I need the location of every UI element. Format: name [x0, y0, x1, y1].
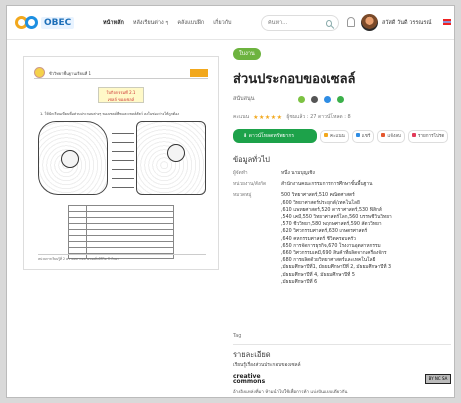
site-header: OBEC หน้าหลัก หลังเรียนต่าง ๆ คลังแบบฝึก… [7, 6, 454, 40]
nav-exercises[interactable]: คลังแบบฝึก [177, 19, 204, 27]
rating-stars: ★★★★★ [253, 113, 283, 121]
category-item: ,มัธยมศึกษาปีที่ 4, มัธยมศึกษาปีที่ 5 [281, 272, 355, 278]
avatar[interactable] [361, 14, 378, 31]
category-item: 500 วิทยาศาสตร์,510 คณิตศาสตร์ [281, 193, 355, 199]
android-icon [298, 95, 306, 103]
nucleus-shape [167, 144, 185, 162]
resource-type-tag[interactable]: ใบงาน [233, 48, 261, 60]
nucleus-shape [61, 150, 79, 168]
cell-diagram [38, 119, 208, 199]
bell-icon[interactable] [347, 17, 355, 27]
divider [233, 344, 451, 345]
license-row: creative commons BY NC SA [233, 372, 451, 386]
report-button-label: แจ้งลบ [387, 133, 401, 139]
category-key: หมวดหมู่ [233, 193, 252, 199]
document-preview[interactable]: ชีววิทยาพื้นฐานเรียนที่ 1 ใบกิจกรรมที่ 2… [23, 56, 219, 270]
license-text: อ้างอิงแหล่งที่มา ห้ามนำไปใช้เพื่อการค้า… [233, 390, 348, 395]
support-label: สนับสนุน [233, 96, 255, 102]
category-item: ,650 การจัดการธุรกิจ,670 โรงงานอุตสาหกรร… [281, 243, 381, 249]
search-box [261, 15, 339, 31]
category-row: หมวดหมู่ 500 วิทยาศาสตร์,510 คณิตศาสตร์ … [233, 192, 451, 286]
share-button[interactable]: แชร์ [351, 129, 375, 143]
category-item: ,680 การผลิตด้วยวิทยาศาสตร์และเทคโนโลยี [281, 258, 376, 264]
worksheet-title-line2: เซลล์ ของเซลล์ [107, 97, 135, 102]
answer-table [68, 205, 174, 259]
heart-icon [411, 133, 416, 137]
doc-badge [190, 69, 208, 77]
flag-icon [381, 133, 386, 137]
worksheet-title-box: ใบกิจกรรมที่ 2.1 เซลล์ ของเซลล์ [98, 87, 144, 103]
browser-page: OBEC หน้าหลัก หลังเรียนต่าง ๆ คลังแบบฝึก… [6, 5, 455, 398]
star-icon [324, 133, 328, 137]
detail-heading: รายละเอียด [233, 350, 271, 359]
category-item: ,640 คหกรรมศาสตร์ ชีวิตครอบครัว [281, 236, 356, 242]
category-item: ,540 เคมี,550 วิทยาศาสตร์โลก,560 บรรพชีว… [281, 215, 392, 221]
logo-circle-blue [25, 16, 38, 29]
agency-key: หน่วยงาน/สังกัด [233, 182, 267, 188]
user-name[interactable]: สวัสดี วันดี วรรณรณ์ [382, 19, 431, 27]
report-button[interactable]: แจ้งลบ [377, 129, 405, 143]
apple-icon [311, 95, 319, 103]
category-item: ,660 วิศวกรรมเคมี,690 สินค้าที่ผลิตจากเค… [281, 251, 387, 257]
action-buttons: ⬇ ดาวน์โหลดทรัพยากร คะแนน แชร์ แจ้งลบ รา… [233, 129, 451, 143]
site-logo[interactable]: OBEC [15, 16, 103, 29]
favorite-button-label: รายการโปรด [417, 133, 445, 139]
cc-logo-line2: commons [233, 378, 266, 385]
download-button-label: ดาวน์โหลดทรัพยากร [248, 133, 295, 139]
creator-key: ผู้จัดทำ [233, 171, 248, 176]
platform-icons [298, 95, 345, 103]
label-lines [112, 127, 134, 190]
plant-cell-drawing [38, 121, 108, 195]
category-item: ,570 ชีววิทยา,580 พฤกษศาสตร์,590 สัตววิท… [281, 222, 382, 228]
category-item: ,600 วิทยาศาสตร์ประยุกต์/เทคโนโลยี [281, 200, 360, 206]
agency-value: สำนักงานคณะกรรมการการศึกษาขั้นพื้นฐาน [281, 182, 373, 188]
nav-courses[interactable]: หลังเรียนต่าง ๆ [133, 19, 169, 27]
share-icon [355, 133, 360, 137]
download-button[interactable]: ⬇ ดาวน์โหลดทรัพยากร [233, 129, 317, 143]
score-button-label: คะแนน [330, 133, 345, 139]
animal-cell-drawing [136, 121, 206, 195]
category-item: ,มัธยมศึกษาปีที่ 6 [281, 279, 318, 285]
category-item: ,610 แพทยศาสตร์,520 ดาราศาสตร์,530 ฟิสิก… [281, 207, 382, 213]
creator-row: ผู้จัดทำ หนึ่ง นามบุญเชิง [233, 170, 451, 177]
worksheet-instruction: 1. ให้นักเรียนเขียนชื่อส่วนประกอบต่างๆ ข… [40, 112, 179, 116]
detail-text: เรียนรู้เรื่องส่วนประกอบของเซลล์ [233, 363, 301, 368]
score-button[interactable]: คะแนน [320, 129, 349, 143]
tag-label: Tag [233, 333, 242, 339]
doc-footer: หน่วยการเรียนรู้ที่ 2 ความหลากหลายของสิ่… [38, 254, 206, 262]
support-row: สนับสนุน [233, 95, 451, 103]
share-button-label: แชร์ [361, 133, 371, 139]
search-input[interactable] [268, 20, 322, 26]
doc-header: ชีววิทยาพื้นฐานเรียนที่ 1 [34, 67, 208, 79]
category-list: 500 วิทยาศาสตร์,510 คณิตศาสตร์ ,600 วิทย… [281, 192, 392, 286]
page-title: ส่วนประกอบของเซลล์ [233, 72, 356, 87]
general-info-heading: ข้อมูลทั่วไป [233, 155, 270, 164]
license-badge[interactable]: BY NC SA [425, 374, 451, 384]
view-download-stats: ผู้ชมแล้ว : 27 ดาวน์โหลด : 8 [286, 114, 351, 120]
favorite-button[interactable]: รายการโปรด [407, 129, 449, 143]
web-icon [337, 95, 345, 103]
creator-value[interactable]: หนึ่ง นามบุญเชิง [281, 170, 315, 177]
rating-label: คะแนน [233, 114, 250, 120]
doc-header-text: ชีววิทยาพื้นฐานเรียนที่ 1 [49, 71, 92, 76]
nav-about[interactable]: เกี่ยวกับ [213, 19, 231, 27]
windows-icon [324, 95, 332, 103]
school-emblem-icon [34, 67, 45, 78]
category-item: ,มัธยมศึกษาปีที่1, มัธยมศึกษาปีที่ 2, มั… [281, 265, 392, 271]
agency-row: หน่วยงาน/สังกัด สำนักงานคณะกรรมการการศึก… [233, 181, 451, 188]
search-icon[interactable] [326, 19, 332, 27]
nav-home[interactable]: หน้าหลัก [103, 19, 124, 27]
main-nav: หน้าหลัก หลังเรียนต่าง ๆ คลังแบบฝึก เกี่… [103, 19, 232, 27]
creative-commons-logo[interactable]: creative commons [233, 374, 266, 385]
logo-text: OBEC [41, 16, 75, 29]
resource-details: ใบงาน ส่วนประกอบของเซลล์ สนับสนุน คะแนน … [233, 48, 451, 286]
rating-row: คะแนน ★★★★★ ผู้ชมแล้ว : 27 ดาวน์โหลด : 8 [233, 113, 451, 121]
language-flag-icon[interactable] [443, 19, 451, 25]
worksheet-title-line1: ใบกิจกรรมที่ 2.1 [106, 90, 136, 95]
category-item: ,620 วิศวกรรมศาสตร์,630 เกษตรศาสตร์ [281, 229, 368, 235]
